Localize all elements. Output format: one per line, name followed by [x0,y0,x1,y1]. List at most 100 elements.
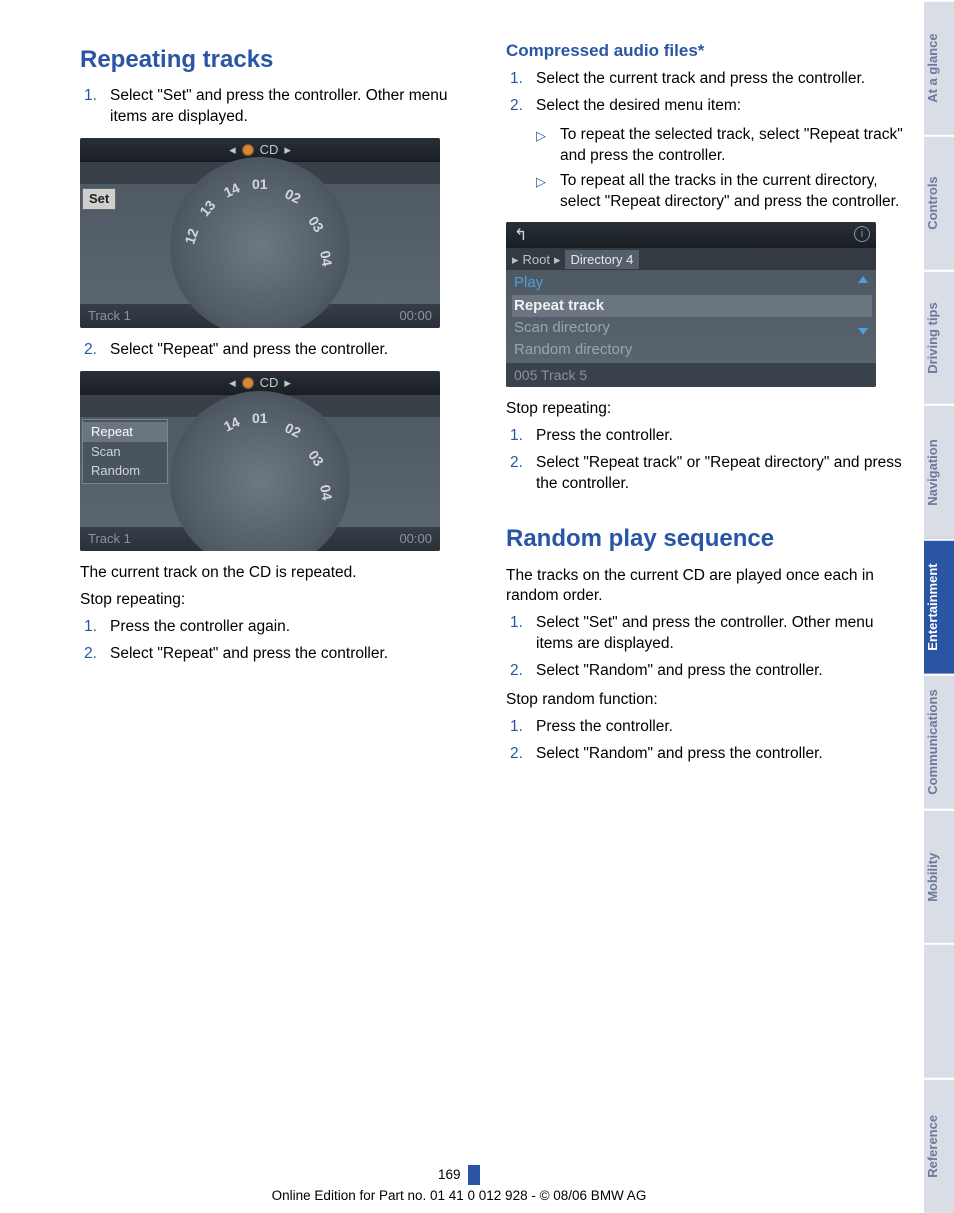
page-number-box [468,1165,480,1185]
tab-blank: . [924,943,954,1078]
list-item: 2. Select "Random" and press the control… [506,744,904,765]
step-text: Press the controller. [536,426,904,447]
heading-random-play: Random play sequence [506,523,904,555]
dial-number: 14 [221,413,243,437]
repeating-steps-2: 2. Select "Repeat" and press the control… [80,340,478,361]
tab-communications[interactable]: Communications [924,674,954,809]
step-text: Select the desired menu item: [536,96,904,117]
step-text: Select "Set" and press the controller. O… [110,86,478,128]
triangle-bullet-icon: ▷ [536,171,560,213]
list-item: 2. Select "Repeat track" or "Repeat dire… [506,453,904,495]
step-text: Select "Random" and press the controller… [536,661,904,682]
chevron-left-icon: ◂ [229,374,236,392]
info-icon: i [854,226,870,242]
step-text: Select "Repeat" and press the controller… [110,340,478,361]
step-number: 1. [80,617,110,638]
dial-number: 04 [315,483,336,502]
menu-item-random: Random [83,461,167,481]
step-number: 1. [80,86,110,128]
list-row-scan-directory: Scan directory [512,317,872,339]
right-column: Compressed audio files* 1. Select the cu… [506,40,904,1213]
dial-number: 02 [282,184,304,208]
time-label: 00:00 [399,307,432,325]
crumb-root: Root [523,251,550,269]
chevron-left-icon: ◂ [229,141,236,159]
scroll-down-icon [858,328,868,335]
step-text: Select "Repeat" and press the controller… [110,644,478,665]
step-number: 1. [506,717,536,738]
step-number: 2. [506,744,536,765]
step-number: 2. [80,340,110,361]
step-number: 1. [506,613,536,655]
repeating-steps: 1. Select "Set" and press the controller… [80,86,478,128]
tab-entertainment[interactable]: Entertainment [924,539,954,674]
tab-reference[interactable]: Reference [924,1078,954,1213]
menu-item-scan: Scan [83,442,167,462]
step-number: 2. [506,453,536,495]
scroll-up-icon [858,276,868,283]
compressed-steps: 1. Select the current track and press th… [506,69,904,117]
screenshot-repeat-menu: ◂ CD ▸ ◂ CD ▸ Repeat Scan Ra [80,371,440,551]
track-dial: 01 02 03 04 14 13 12 [170,157,350,329]
page-footer: 169 Online Edition for Part no. 01 41 0 … [0,1165,918,1205]
stop-repeating-steps: 1. Press the controller again. 2. Select… [80,617,478,665]
track-label: Track 1 [88,307,131,325]
paragraph: The tracks on the current CD are played … [506,566,904,608]
dial-number: 03 [304,212,328,236]
list-item: 1. Press the controller again. [80,617,478,638]
list-item: 2. Select "Random" and press the control… [506,661,904,682]
screenshot-body: Set 01 02 03 04 14 13 12 [80,184,440,304]
step-number: 2. [80,644,110,665]
list-item: 2. Select "Repeat" and press the control… [80,340,478,361]
list-item: 2. Select the desired menu item: [506,96,904,117]
tab-at-a-glance[interactable]: At a glance [924,0,954,135]
step-text: Press the controller. [536,717,904,738]
chevron-right-icon: ▸ [554,251,561,269]
directory-list: Play Repeat track Scan directory Random … [506,270,876,363]
random-steps: 1. Select "Set" and press the controller… [506,613,904,682]
paragraph: The current track on the CD is repeated. [80,563,478,584]
step-text: Select "Repeat track" or "Repeat directo… [536,453,904,495]
tab-mobility[interactable]: Mobility [924,809,954,944]
back-icon: ↰ [514,225,527,247]
tab-controls[interactable]: Controls [924,135,954,270]
screenshot-directory-menu: ↰ i ▸ Root ▸ Directory 4 Play Repeat tra… [506,222,876,387]
list-row-repeat-track: Repeat track [512,295,872,317]
menu-options-list: ▷ To repeat the selected track, select "… [506,125,904,213]
tab-navigation[interactable]: Navigation [924,404,954,539]
paragraph: Stop random function: [506,690,904,711]
screenshot-set-menu: ◂ CD ▸ ◂ CD ▸ Set 01 02 [80,138,440,328]
screenshot-footer: 005 Track 5 [506,363,876,387]
heading-repeating-tracks: Repeating tracks [80,44,478,76]
dial-number: 01 [252,409,268,428]
step-text: Select the current track and press the c… [536,69,904,90]
screenshot-header: ↰ i [506,222,876,248]
set-button: Set [82,188,116,210]
side-tabs: At a glance Controls Driving tips Naviga… [924,0,954,1213]
list-item: 1. Press the controller. [506,717,904,738]
stop-repeating-steps-2: 1. Press the controller. 2. Select "Repe… [506,426,904,495]
bullet-text: To repeat all the tracks in the current … [560,171,904,213]
list-item: 1. Select "Set" and press the controller… [80,86,478,128]
page-number: 169 [438,1167,461,1182]
disc-icon [242,144,254,156]
dial-number: 04 [315,249,336,268]
list-item: ▷ To repeat the selected track, select "… [506,125,904,167]
disc-icon [242,377,254,389]
list-row-play: Play [512,272,872,294]
step-text: Select "Set" and press the controller. O… [536,613,904,655]
stop-random-steps: 1. Press the controller. 2. Select "Rand… [506,717,904,765]
step-text: Press the controller again. [110,617,478,638]
dial-number: 01 [252,175,268,194]
paragraph: Stop repeating: [80,590,478,611]
dial-number: 02 [282,419,304,443]
crumb-current: Directory 4 [565,250,640,270]
dial-number: 12 [180,226,203,247]
footer-copyright: Online Edition for Part no. 01 41 0 012 … [0,1187,918,1205]
list-row-random-directory: Random directory [512,339,872,361]
list-item: 1. Select the current track and press th… [506,69,904,90]
list-item: ▷ To repeat all the tracks in the curren… [506,171,904,213]
tab-driving-tips[interactable]: Driving tips [924,270,954,405]
context-menu: Repeat Scan Random [82,419,168,484]
paragraph: Stop repeating: [506,399,904,420]
